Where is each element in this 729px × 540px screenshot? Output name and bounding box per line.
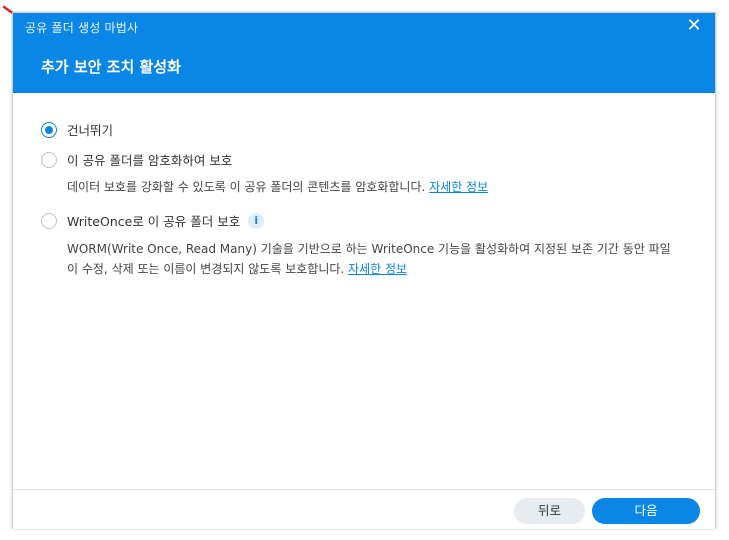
option-writeonce-label: WriteOnce로 이 공유 폴더 보호 (67, 214, 241, 229)
radio-encrypt[interactable] (41, 151, 57, 168)
writeonce-description-line1: WORM(Write Once, Read Many) 기술을 기반으로 하는 … (67, 242, 671, 256)
option-skip-label: 건너뛰기 (67, 123, 114, 138)
option-encrypt-label: 이 공유 폴더를 암호화하여 보호 (67, 153, 233, 168)
next-button[interactable]: 다음 (592, 498, 700, 524)
wizard-dialog: 공유 폴더 생성 마법사 ✕ 추가 보안 조치 활성화 건너뛰기 이 공유 폴더… (12, 12, 716, 529)
option-encrypt[interactable]: 이 공유 폴더를 암호화하여 보호 (41, 150, 232, 169)
writeonce-description-line2: 이 수정, 삭제 또는 이름이 변경되지 않도록 보호합니다. (67, 262, 349, 276)
option-writeonce-description: WORM(Write Once, Read Many) 기술을 기반으로 하는 … (67, 239, 707, 279)
writeonce-description-line2-wrap: 이 수정, 삭제 또는 이름이 변경되지 않도록 보호합니다. 자세한 정보 (67, 259, 707, 279)
radio-skip[interactable] (41, 121, 57, 138)
close-icon[interactable]: ✕ (683, 15, 705, 37)
dialog-footer: 뒤로 다음 (13, 489, 715, 529)
radio-writeonce[interactable] (41, 212, 57, 229)
option-skip[interactable]: 건너뛰기 (41, 120, 113, 139)
option-writeonce[interactable]: WriteOnce로 이 공유 폴더 보호 i (41, 211, 265, 230)
step-title: 추가 보안 조치 활성화 (41, 58, 181, 76)
encrypt-learn-more-link[interactable]: 자세한 정보 (429, 180, 488, 194)
info-icon[interactable]: i (248, 212, 265, 229)
window-title: 공유 폴더 생성 마법사 (25, 21, 139, 35)
dialog-content: 건너뛰기 이 공유 폴더를 암호화하여 보호 데이터 보호를 강화할 수 있도록… (13, 93, 715, 489)
option-encrypt-description: 데이터 보호를 강화할 수 있도록 이 공유 폴더의 콘텐츠를 암호화합니다. … (67, 177, 707, 197)
dialog-header: 공유 폴더 생성 마법사 ✕ 추가 보안 조치 활성화 (13, 13, 715, 93)
writeonce-learn-more-link[interactable]: 자세한 정보 (348, 262, 407, 276)
back-button[interactable]: 뒤로 (514, 498, 585, 524)
encrypt-description-text: 데이터 보호를 강화할 수 있도록 이 공유 폴더의 콘텐츠를 암호화합니다. (67, 180, 430, 194)
